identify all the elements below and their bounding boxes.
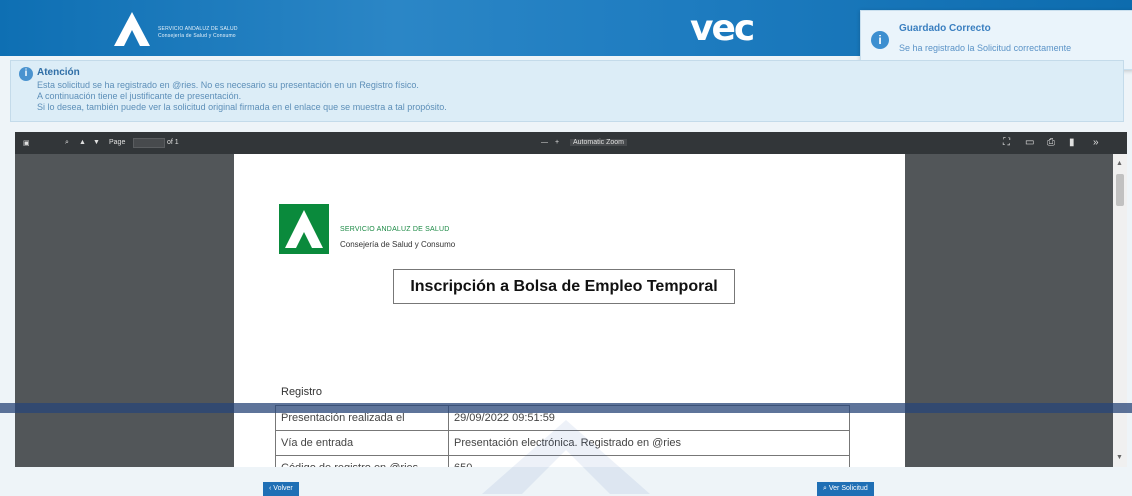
- toast-title: Guardado Correcto: [899, 23, 991, 34]
- scroll-thumb[interactable]: [1116, 174, 1124, 206]
- alert-title: Atención: [37, 67, 80, 78]
- open-file-icon[interactable]: ▭: [1025, 137, 1034, 148]
- sidebar-toggle-icon[interactable]: ▣: [23, 139, 30, 147]
- view-request-button-label: Ver Solicitud: [828, 485, 868, 492]
- pdf-section-title: Registro: [281, 386, 322, 398]
- zoom-out-button[interactable]: —: [541, 139, 548, 146]
- alert-line: A continuación tiene el justificante de …: [37, 91, 242, 101]
- alert-line: Esta solicitud se ha registrado en @ries…: [37, 80, 419, 90]
- pdf-logo: [279, 204, 329, 254]
- toast-message: Se ha registrado la Solicitud correctame…: [899, 43, 1072, 53]
- sas-logo-line2: Consejería de Salud y Consumo: [158, 33, 236, 39]
- prev-page-icon[interactable]: ▲: [79, 139, 86, 146]
- watermark-bar: [0, 403, 1132, 413]
- andalucia-logo-icon: [114, 12, 150, 46]
- pdf-toolbar: ▣ ⌕ ▲ ▼ Page of 1 — + Automatic Zoom ⛶ ▭…: [15, 132, 1127, 154]
- alert-line: Si lo desea, también puede ver la solici…: [37, 102, 447, 112]
- zoom-in-button[interactable]: +: [555, 139, 559, 146]
- presentation-mode-icon[interactable]: ⛶: [1003, 137, 1010, 148]
- zoom-select[interactable]: Automatic Zoom: [570, 139, 627, 146]
- back-button-label: Volver: [273, 485, 293, 492]
- print-icon[interactable]: ⎙: [1047, 137, 1055, 148]
- scroll-up-icon[interactable]: ▲: [1116, 160, 1123, 167]
- sas-logo-text: SERVICIO ANDALUZ DE SALUD Consejería de …: [158, 26, 238, 40]
- page-label: Page: [109, 139, 126, 146]
- vec-logo: vec: [690, 8, 755, 49]
- andalucia-logo-icon: [285, 210, 323, 248]
- sas-logo-line1: SERVICIO ANDALUZ DE SALUD: [158, 26, 238, 32]
- page-count: of 1: [167, 139, 179, 146]
- info-icon: i: [871, 31, 889, 49]
- attention-alert: i Atención Esta solicitud se ha registra…: [10, 60, 1124, 122]
- pdf-title: Inscripción a Bolsa de Empleo Temporal: [393, 269, 735, 304]
- next-page-icon[interactable]: ▼: [93, 139, 100, 146]
- pdf-org-line2: Consejería de Salud y Consumo: [340, 240, 456, 249]
- tools-menu-icon[interactable]: »: [1093, 137, 1099, 148]
- pdf-viewer: ▣ ⌕ ▲ ▼ Page of 1 — + Automatic Zoom ⛶ ▭…: [15, 132, 1127, 467]
- search-icon[interactable]: ⌕: [65, 139, 69, 147]
- bookmark-icon[interactable]: ▮: [1069, 137, 1075, 148]
- watermark-logo-icon: [482, 420, 650, 494]
- page-number-input[interactable]: [133, 138, 165, 148]
- pdf-org-line1: SERVICIO ANDALUZ DE SALUD: [340, 226, 450, 233]
- info-icon: i: [19, 67, 33, 81]
